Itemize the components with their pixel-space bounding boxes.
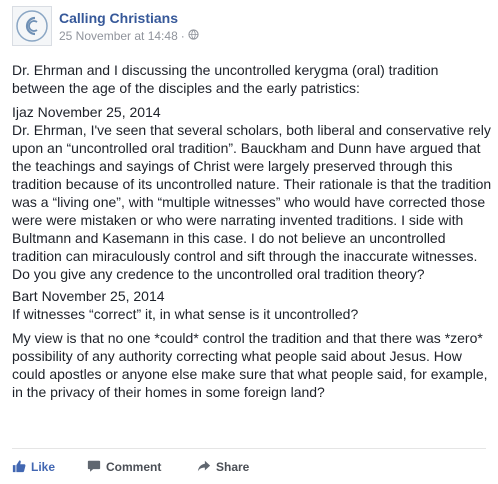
post-meta: Calling Christians 25 November at 14:48 …: [59, 9, 199, 44]
post-intro: Dr. Ehrman and I discussing the uncontro…: [12, 62, 439, 96]
post-actions-bar: Like Comment Share: [12, 457, 486, 477]
post-header: Calling Christians 25 November at 14:48 …: [12, 6, 199, 48]
share-arrow-icon: [197, 459, 211, 476]
like-label: Like: [31, 460, 56, 474]
share-button[interactable]: Share: [197, 459, 249, 476]
bart-answer: My view is that no one *could* control t…: [12, 330, 488, 400]
thumbs-up-icon: [12, 459, 26, 476]
post-body: Dr. Ehrman and I discussing the uncontro…: [12, 61, 492, 401]
page-name-link[interactable]: Calling Christians: [59, 9, 199, 27]
actions-divider: [12, 448, 486, 449]
bart-header: Bart November 25, 2014: [12, 288, 165, 304]
like-button[interactable]: Like: [12, 459, 87, 476]
calling-christians-logo-icon: [16, 10, 48, 42]
bart-question: If witnesses “correct” it, in what sense…: [12, 306, 359, 322]
ijaz-message: Dr. Ehrman, I've seen that several schol…: [12, 122, 492, 282]
comment-label: Comment: [106, 460, 162, 474]
separator-dot: ·: [180, 29, 185, 43]
timestamp-row: 25 November at 14:48 ·: [59, 28, 199, 44]
ijaz-header: Ijaz November 25, 2014: [12, 104, 161, 120]
share-label: Share: [216, 460, 250, 474]
post-timestamp[interactable]: 25 November at 14:48: [59, 28, 178, 44]
comment-button[interactable]: Comment: [87, 459, 197, 476]
globe-icon: [188, 28, 199, 44]
page-avatar[interactable]: [12, 6, 52, 46]
comment-bubble-icon: [87, 459, 101, 476]
facebook-post: Calling Christians 25 November at 14:48 …: [0, 0, 498, 484]
